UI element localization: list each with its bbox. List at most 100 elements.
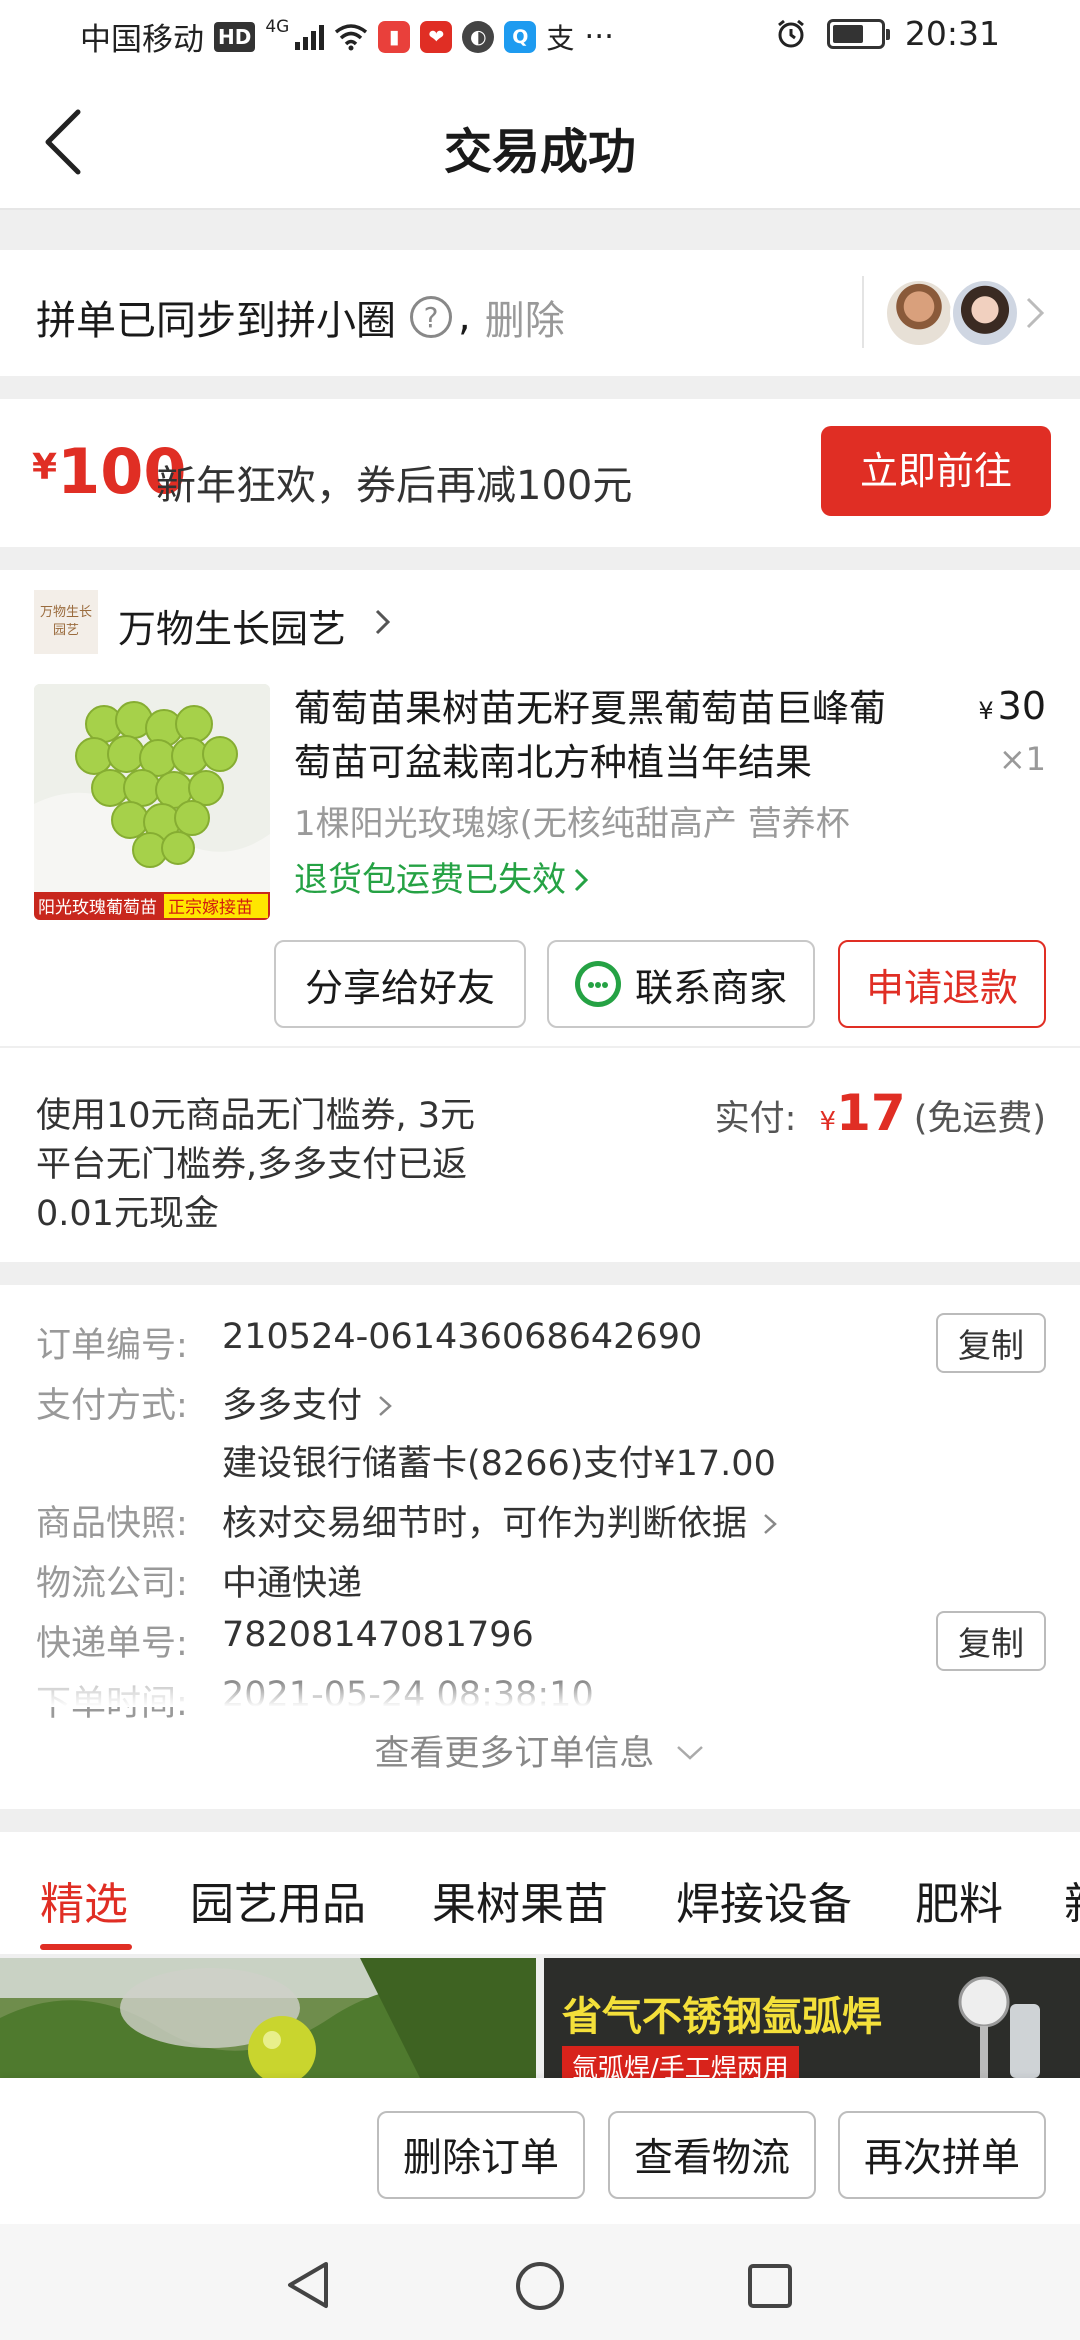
price-currency: ¥ — [978, 697, 994, 725]
gauge-icon — [958, 1976, 1040, 2078]
tab-new[interactable]: 新 — [1064, 1868, 1080, 1932]
product-price: ¥30 — [978, 684, 1046, 728]
hd-badge: HD — [214, 21, 256, 52]
product-spec: 1棵阳光玫瑰嫁(无核纯甜高产 营养杯 — [294, 804, 850, 844]
category-tabs: 精选 园艺用品 果树果苗 焊接设备 肥料 新 — [0, 1832, 1080, 1954]
fade-overlay — [0, 1671, 1080, 1707]
tab-fruit-seedlings[interactable]: 果树果苗 — [432, 1868, 608, 1932]
status-right: 20:31 — [775, 14, 1000, 53]
search-app-icon: Q — [504, 20, 537, 53]
sync-card: 拼单已同步到拼小圈 ? , 删除 — [0, 250, 1080, 376]
more-order-info-label: 查看更多订单信息 — [374, 1734, 655, 1774]
order-number: 210524-061436068642690 — [222, 1317, 703, 1357]
feed-item-2-title: 省气不锈钢氩弧焊 — [562, 1994, 882, 2040]
delete-order-button[interactable]: 删除订单 — [377, 2111, 585, 2199]
nav-home-icon[interactable] — [514, 2260, 566, 2312]
discount-description: 使用10元商品无门槛券, 3元平台无门槛券,多多支付已返0.01元现金 — [36, 1096, 476, 1234]
tracking-label: 快递单号: — [36, 1624, 188, 1664]
system-navigation-bar — [0, 2224, 1080, 2340]
book-app-icon: ▮ — [378, 20, 411, 53]
alarm-icon — [777, 19, 804, 47]
coupon-description: 新年狂欢，券后再减100元 — [156, 463, 633, 509]
logistics-label: 物流公司: — [36, 1564, 188, 1604]
paid-currency: ¥ — [819, 1107, 837, 1137]
refund-button[interactable]: 申请退款 — [838, 940, 1046, 1028]
divider — [0, 1046, 1080, 1048]
tab-welding-equipment[interactable]: 焊接设备 — [676, 1868, 852, 1932]
payment-detail: 建设银行储蓄卡(8266)支付¥17.00 — [222, 1444, 776, 1484]
tab-gardening-supplies[interactable]: 园艺用品 — [190, 1868, 366, 1932]
payment-method: 多多支付 — [222, 1377, 394, 1428]
snapshot-label: 商品快照: — [36, 1504, 188, 1544]
coupon-card: ¥100 新年狂欢，券后再减100元 立即前往 — [0, 399, 1080, 547]
tracking-number: 78208147081796 — [222, 1615, 534, 1655]
payment-method-label: 支付方式: — [36, 1386, 188, 1426]
clock: 20:31 — [904, 14, 1000, 53]
feed-item-2-subtitle: 氩弧焊/手工焊两用 — [562, 2046, 799, 2078]
return-shipping-label: 退货包运费已失效 — [294, 860, 566, 900]
sync-separator: , — [458, 294, 471, 340]
chat-icon — [574, 961, 621, 1007]
carrier-label: 中国移动 — [80, 22, 204, 58]
chevron-right-icon[interactable] — [1024, 296, 1046, 330]
share-button[interactable]: 分享给好友 — [274, 940, 526, 1028]
reorder-button[interactable]: 再次拼单 — [838, 2111, 1046, 2199]
sync-delete-link[interactable]: 删除 — [485, 288, 565, 346]
feed-item-1-image[interactable] — [0, 1958, 536, 2078]
nav-recents-icon[interactable] — [746, 2262, 794, 2310]
snapshot-row[interactable]: 商品快照: 核对交易细节时，可作为判断依据 — [36, 1495, 777, 1546]
payment-method-row[interactable]: 支付方式: 多多支付 — [36, 1377, 392, 1428]
more-notifications-icon: ··· — [584, 18, 614, 55]
chevron-down-icon — [676, 1746, 703, 1760]
help-icon[interactable]: ? — [410, 296, 452, 338]
friend-avatar-1[interactable] — [884, 278, 954, 348]
status-left: 中国移动 HD 4G ▮ ❤ ◐ Q 支 ··· — [80, 14, 614, 59]
image-banner-right: 正宗嫁接苗 — [168, 898, 253, 918]
shop-name[interactable]: 万物生长园艺 — [118, 598, 346, 653]
sync-label: 拼单已同步到拼小圈 — [36, 298, 396, 344]
feed-item-2-image[interactable]: 省气不锈钢氩弧焊 氩弧焊/手工焊两用 — [544, 1958, 1080, 2078]
more-order-info-link[interactable]: 查看更多订单信息 — [0, 1725, 1080, 1776]
paid-label: 实付: — [714, 1099, 797, 1139]
tracking-row: 快递单号: 78208147081796 — [36, 1615, 534, 1666]
contact-merchant-button[interactable]: 联系商家 — [547, 940, 815, 1028]
tab-fertilizer[interactable]: 肥料 — [915, 1868, 1003, 1932]
order-card: 万物生长园艺 万物生长园艺 阳光玫瑰葡萄苗 正宗嫁接苗 葡萄苗果树苗无籽夏黑葡萄… — [0, 570, 1080, 1262]
product-title[interactable]: 葡萄苗果树苗无籽夏黑葡萄苗巨峰葡萄苗可盆栽南北方种植当年结果 — [294, 682, 914, 790]
nav-back-icon[interactable] — [284, 2260, 332, 2310]
order-number-row: 订单编号: 210524-061436068642690 — [36, 1317, 702, 1368]
logistics-row: 物流公司: 中通快递 — [36, 1555, 362, 1606]
return-shipping-note[interactable]: 退货包运费已失效 — [294, 852, 590, 901]
copy-tracking-button[interactable]: 复制 — [936, 1611, 1046, 1671]
tab-featured[interactable]: 精选 — [40, 1868, 128, 1932]
product-quantity: ×1 — [998, 740, 1046, 778]
view-logistics-button[interactable]: 查看物流 — [608, 2111, 816, 2199]
price-value: 30 — [997, 684, 1046, 728]
bottom-action-bar: 删除订单 查看物流 再次拼单 — [0, 2078, 1080, 2224]
product-image[interactable]: 阳光玫瑰葡萄苗 正宗嫁接苗 — [34, 684, 270, 920]
contact-merchant-label: 联系商家 — [634, 965, 787, 1010]
page-title: 交易成功 — [443, 124, 636, 180]
chevron-right-icon[interactable] — [372, 608, 394, 636]
logistics-company: 中通快递 — [222, 1564, 363, 1604]
shop-logo[interactable]: 万物生长园艺 — [34, 590, 98, 654]
pinduoduo-app-icon: ❤ — [420, 20, 453, 53]
wifi-icon — [335, 23, 368, 50]
chevron-right-icon — [764, 1514, 777, 1534]
sync-message: 拼单已同步到拼小圈 ? , 删除 — [36, 288, 565, 346]
order-info-card: 订单编号: 210524-061436068642690 复制 支付方式: 多多… — [0, 1285, 1080, 1809]
friend-avatar-2[interactable] — [950, 278, 1020, 348]
copy-order-number-button[interactable]: 复制 — [936, 1313, 1046, 1373]
paid-amount: 实付: ¥17 (免运费) — [715, 1084, 1046, 1142]
go-now-button[interactable]: 立即前往 — [821, 426, 1051, 516]
divider — [862, 276, 864, 348]
image-banner-left: 阳光玫瑰葡萄苗 — [38, 898, 157, 918]
alipay-app-icon: 支 — [546, 21, 575, 55]
status-bar: 中国移动 HD 4G ▮ ❤ ◐ Q 支 ··· 20:31 — [0, 0, 1080, 72]
nav-bar: 交易成功 — [0, 72, 1080, 210]
shipping-note: (免运费) — [913, 1099, 1046, 1139]
snapshot: 核对交易细节时，可作为判断依据 — [222, 1495, 779, 1546]
active-tab-indicator — [40, 1944, 132, 1950]
coupon-currency: ¥ — [32, 447, 58, 488]
order-number-label: 订单编号: — [36, 1326, 188, 1366]
